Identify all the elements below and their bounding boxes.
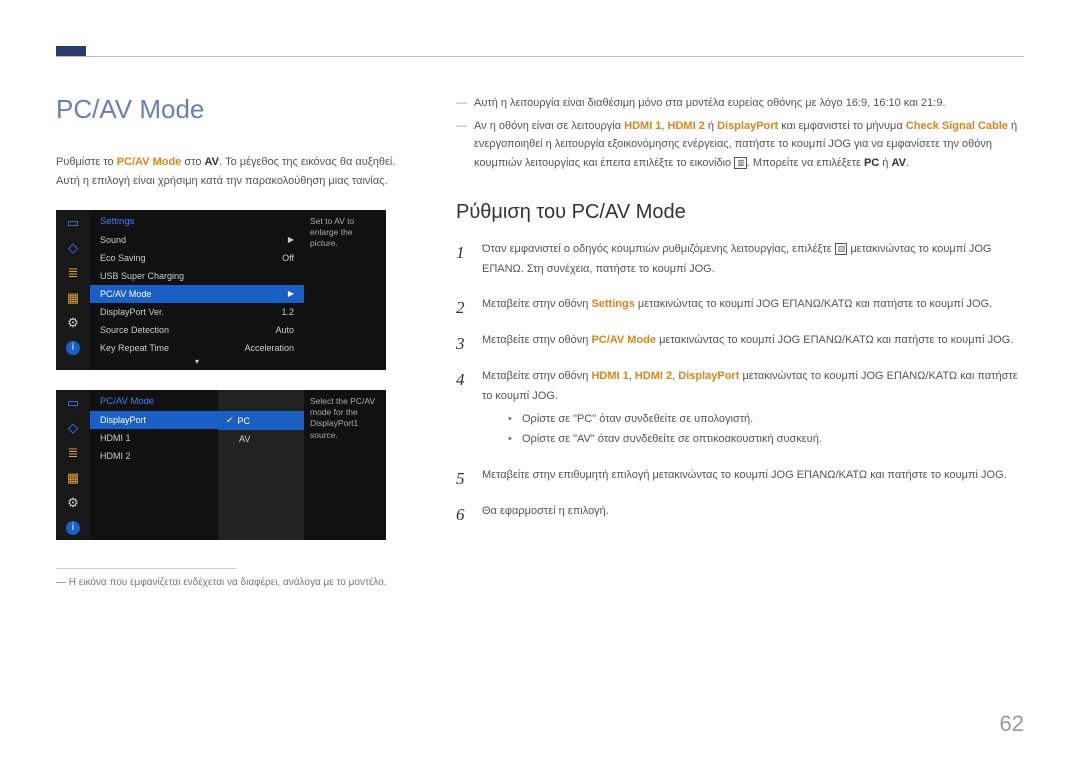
intro-text: στο xyxy=(181,156,204,168)
monitor-icon: ▭ xyxy=(56,210,90,235)
intro-text: . Το μέγεθος της εικόνας θα αυξηθεί. xyxy=(219,156,395,168)
intro-highlight: AV xyxy=(205,156,219,168)
sliders-icon: ≣ xyxy=(56,260,90,285)
osd-row-eco: Eco SavingOff xyxy=(90,249,304,267)
note-item: Αν η οθόνη είναι σε λειτουργία HDMI 1, H… xyxy=(456,117,1024,173)
bullet-item: Ορίστε σε "AV" όταν συνδεθείτε σε οπτικο… xyxy=(508,429,1024,450)
intro-block: Ρυθμίστε το PC/AV Mode στο AV. Το μέγεθο… xyxy=(56,153,426,190)
osd-option-av: AV xyxy=(218,430,304,448)
osd-hint: Set to AV to enlarge the picture. xyxy=(304,210,386,370)
intro-text: Αυτή η επιλογή είναι χρήσιμη κατά την πα… xyxy=(56,172,426,191)
osd-option-col: ✔PC AV xyxy=(218,390,304,540)
header-accent xyxy=(56,46,86,56)
step-item: Μεταβείτε στην επιθυμητή επιλογή μετακιν… xyxy=(456,466,1024,486)
gear-icon: ⚙ xyxy=(56,310,90,335)
osd-heading: PC/AV Mode xyxy=(90,390,218,411)
step-item: Μεταβείτε στην οθόνη HDMI 1, HDMI 2, Dis… xyxy=(456,367,1024,450)
sliders-icon: ≣ xyxy=(56,440,90,465)
chevron-right-icon: ▶ xyxy=(288,289,294,299)
picture-icon: ◇ xyxy=(56,235,90,260)
osd-source-list: PC/AV Mode DisplayPort HDMI 1 HDMI 2 xyxy=(90,390,218,540)
osd-sidebar-icons: ▭ ◇ ≣ ▦ ⚙ i xyxy=(56,210,90,370)
header-rule xyxy=(56,56,1024,57)
osd-list: Settings Sound▶ Eco SavingOff USB Super … xyxy=(90,210,304,370)
step-item: Μεταβείτε στην οθόνη Settings μετακινώντ… xyxy=(456,295,1024,315)
osd-sidebar-icons: ▭ ◇ ≣ ▦ ⚙ i xyxy=(56,390,90,540)
osd-pcav-screenshot: ▭ ◇ ≣ ▦ ⚙ i PC/AV Mode DisplayPort HDMI … xyxy=(56,390,386,540)
menu-icon: ▥ xyxy=(734,157,747,169)
section-heading: Ρύθμιση του PC/AV Mode xyxy=(456,201,1024,224)
intro-text: Ρυθμίστε το xyxy=(56,156,117,168)
left-column: PC/AV Mode Ρυθμίστε το PC/AV Mode στο AV… xyxy=(56,94,426,588)
steps-list: Όταν εμφανιστεί ο οδηγός κουμπιών ρυθμιζ… xyxy=(456,240,1024,522)
osd-row-sound: Sound▶ xyxy=(90,231,304,249)
step-item: Μεταβείτε στην οθόνη PC/AV Mode μετακινώ… xyxy=(456,331,1024,351)
step-item: Θα εφαρμοστεί η επιλογή. xyxy=(456,502,1024,522)
note-item: Αυτή η λειτουργία είναι διαθέσιμη μόνο σ… xyxy=(456,94,1024,113)
bullet-item: Ορίστε σε "PC" όταν συνδεθείτε σε υπολογ… xyxy=(508,409,1024,430)
chevron-down-icon: ▾ xyxy=(90,357,304,370)
monitor-icon: ▭ xyxy=(56,390,90,415)
grid-icon: ▦ xyxy=(56,285,90,310)
step-item: Όταν εμφανιστεί ο οδηγός κουμπιών ρυθμιζ… xyxy=(456,240,1024,280)
osd-option-pc: ✔PC xyxy=(218,411,304,430)
osd-hint: Select the PC/AV mode for the DisplayPor… xyxy=(304,390,386,540)
osd-row-hdmi2: HDMI 2 xyxy=(90,447,218,465)
footnote-rule xyxy=(56,568,236,569)
osd-row-displayport: DisplayPort xyxy=(90,411,218,429)
right-column: Αυτή η λειτουργία είναι διαθέσιμη μόνο σ… xyxy=(456,94,1024,538)
osd-row-dpver: DisplayPort Ver.1.2 xyxy=(90,303,304,321)
check-icon: ✔ xyxy=(226,415,234,426)
osd-row-usb: USB Super Charging xyxy=(90,267,304,285)
osd-settings-screenshot: ▭ ◇ ≣ ▦ ⚙ i Settings Sound▶ Eco SavingOf… xyxy=(56,210,386,370)
chevron-right-icon: ▶ xyxy=(288,235,294,245)
osd-row-source: Source DetectionAuto xyxy=(90,321,304,339)
osd-row-hdmi1: HDMI 1 xyxy=(90,429,218,447)
info-icon: i xyxy=(56,515,90,540)
page-title: PC/AV Mode xyxy=(56,94,426,125)
gear-icon: ⚙ xyxy=(56,490,90,515)
sub-bullets: Ορίστε σε "PC" όταν συνδεθείτε σε υπολογ… xyxy=(508,409,1024,451)
osd-row-pcav: PC/AV Mode▶ xyxy=(90,285,304,303)
grid-icon: ▦ xyxy=(56,465,90,490)
menu-icon: ▥ xyxy=(835,243,848,255)
info-icon: i xyxy=(56,335,90,360)
footnote: ― Η εικόνα που εμφανίζεται ενδέχεται να … xyxy=(56,577,426,588)
picture-icon: ◇ xyxy=(56,415,90,440)
page-number: 62 xyxy=(1000,711,1024,737)
osd-row-keyrepeat: Key Repeat TimeAcceleration xyxy=(90,339,304,357)
intro-highlight: PC/AV Mode xyxy=(117,156,182,168)
osd-heading: Settings xyxy=(90,210,304,231)
note-list: Αυτή η λειτουργία είναι διαθέσιμη μόνο σ… xyxy=(456,94,1024,173)
